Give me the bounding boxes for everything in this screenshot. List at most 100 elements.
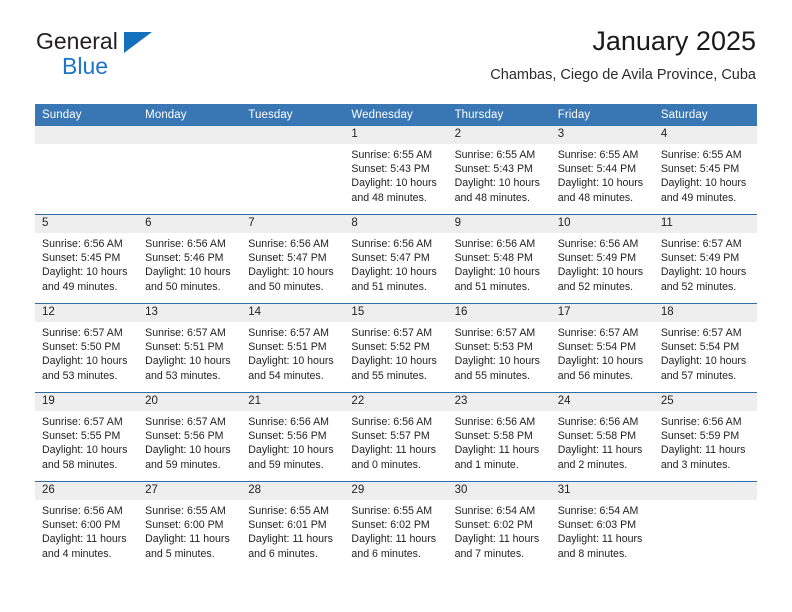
day-detail-line: Sunrise: 6:54 AM (557, 505, 639, 517)
calendar-day-cell[interactable]: 5 Sunrise: 6:56 AM Sunset: 5:45 PM Daylight… (35, 214, 139, 304)
day-detail-line: Sunset: 5:57 PM (351, 430, 430, 443)
calendar-week-row: 19 Sunrise: 6:57 AM Sunset: 5:55 PM Dayligh… (35, 392, 757, 482)
calendar-day-cell[interactable]: 29 Sunrise: 6:55 AM Sunset: 6:02 PM Dayligh… (344, 481, 448, 570)
day-detail-line: Sunrise: 6:57 AM (42, 327, 123, 339)
day-sun-details: Sunrise: 6:56 AM Sunset: 5:58 PM Daylight:… (448, 411, 551, 472)
day-detail-line: and 2 minutes. (557, 458, 628, 471)
day-detail-line: Sunset: 5:45 PM (660, 163, 740, 176)
day-detail-line: and 58 minutes. (42, 458, 118, 471)
calendar-day-cell[interactable]: 22 Sunrise: 6:56 AM Sunset: 5:57 PM Dayligh… (344, 392, 448, 482)
day-number: 22 (344, 393, 448, 411)
calendar-day-cell[interactable]: 13 Sunrise: 6:57 AM Sunset: 5:51 PM Dayligh… (138, 303, 242, 393)
calendar-day-cell[interactable]: 30 Sunrise: 6:54 AM Sunset: 6:02 PM Dayligh… (447, 481, 551, 570)
day-detail-line: Sunset: 5:47 PM (248, 252, 327, 265)
calendar-day-cell[interactable]: 4 Sunrise: 6:55 AM Sunset: 5:45 PM Daylight… (653, 126, 757, 215)
day-sun-details: Sunrise: 6:55 AM Sunset: 6:01 PM Daylight:… (241, 500, 344, 561)
calendar-day-cell[interactable]: 23 Sunrise: 6:56 AM Sunset: 5:58 PM Dayligh… (447, 392, 551, 482)
day-number (138, 126, 242, 144)
day-detail-line: Sunset: 5:47 PM (351, 252, 430, 265)
day-detail-line: Sunset: 5:53 PM (454, 341, 533, 354)
weekday-header-tuesday: Tuesday (241, 104, 345, 126)
day-number: 28 (241, 482, 345, 500)
calendar-day-cell[interactable]: 21 Sunrise: 6:56 AM Sunset: 5:56 PM Dayligh… (241, 392, 345, 482)
day-number: 6 (138, 215, 242, 233)
day-number: 18 (653, 304, 757, 322)
calendar-day-cell[interactable]: 14 Sunrise: 6:57 AM Sunset: 5:51 PM Dayligh… (241, 303, 345, 393)
calendar-day-cell[interactable]: 8 Sunrise: 6:56 AM Sunset: 5:47 PM Daylight… (344, 214, 448, 304)
day-detail-line: Daylight: 10 hours (42, 266, 128, 279)
calendar-day-cell[interactable]: 25 Sunrise: 6:56 AM Sunset: 5:59 PM Dayligh… (653, 392, 757, 482)
calendar-day-cell[interactable]: 26 Sunrise: 6:56 AM Sunset: 6:00 PM Dayligh… (35, 481, 139, 570)
calendar-day-cell[interactable]: 9 Sunrise: 6:56 AM Sunset: 5:48 PM Daylight… (447, 214, 551, 304)
day-detail-line: Daylight: 11 hours (351, 444, 437, 457)
calendar-day-cell-empty (241, 126, 345, 215)
day-cell-inner: 21 Sunrise: 6:56 AM Sunset: 5:56 PM Dayligh… (241, 393, 345, 481)
day-detail-line: Sunrise: 6:56 AM (42, 505, 123, 517)
day-detail-line: Sunrise: 6:55 AM (248, 505, 329, 517)
calendar-day-cell[interactable]: 1 Sunrise: 6:55 AM Sunset: 5:43 PM Daylight… (344, 126, 448, 215)
calendar-day-cell[interactable]: 31 Sunrise: 6:54 AM Sunset: 6:03 PM Dayligh… (550, 481, 654, 570)
day-detail-line: Sunrise: 6:57 AM (42, 416, 123, 428)
day-detail-line: Sunset: 5:50 PM (42, 341, 121, 354)
calendar-week-row: 5 Sunrise: 6:56 AM Sunset: 5:45 PM Daylight… (35, 214, 757, 304)
brand-logo[interactable]: General Blue (36, 30, 152, 78)
calendar-day-cell[interactable]: 11 Sunrise: 6:57 AM Sunset: 5:49 PM Dayligh… (653, 214, 757, 304)
day-detail-line: Daylight: 10 hours (454, 355, 540, 368)
day-number: 7 (241, 215, 345, 233)
day-detail-line: Sunset: 5:44 PM (557, 163, 637, 176)
calendar-day-cell[interactable]: 27 Sunrise: 6:55 AM Sunset: 6:00 PM Dayligh… (138, 481, 242, 570)
day-cell-inner: 16 Sunrise: 6:57 AM Sunset: 5:53 PM Dayligh… (447, 304, 551, 392)
day-detail-line: Sunrise: 6:57 AM (660, 327, 742, 339)
day-detail-line: and 50 minutes. (145, 280, 221, 293)
day-detail-line: and 0 minutes. (351, 458, 421, 471)
calendar-day-cell[interactable]: 20 Sunrise: 6:57 AM Sunset: 5:56 PM Dayligh… (138, 392, 242, 482)
day-detail-line: and 5 minutes. (145, 547, 215, 560)
day-sun-details: Sunrise: 6:57 AM Sunset: 5:52 PM Daylight:… (344, 322, 447, 383)
day-number: 10 (550, 215, 654, 233)
day-detail-line: Sunrise: 6:56 AM (42, 238, 123, 250)
day-number: 9 (447, 215, 551, 233)
calendar-day-cell[interactable]: 28 Sunrise: 6:55 AM Sunset: 6:01 PM Dayligh… (241, 481, 345, 570)
day-number: 15 (344, 304, 448, 322)
day-sun-details: Sunrise: 6:55 AM Sunset: 6:02 PM Daylight:… (344, 500, 447, 561)
day-detail-line: and 55 minutes. (454, 369, 530, 382)
calendar-day-cell[interactable]: 24 Sunrise: 6:56 AM Sunset: 5:58 PM Dayligh… (550, 392, 654, 482)
day-detail-line: and 48 minutes. (557, 191, 634, 204)
day-detail-line: and 7 minutes. (454, 547, 525, 560)
calendar-day-cell[interactable]: 7 Sunrise: 6:56 AM Sunset: 5:47 PM Daylight… (241, 214, 345, 304)
calendar-day-cell[interactable]: 12 Sunrise: 6:57 AM Sunset: 5:50 PM Dayligh… (35, 303, 139, 393)
calendar-day-cell[interactable]: 17 Sunrise: 6:57 AM Sunset: 5:54 PM Dayligh… (550, 303, 654, 393)
day-detail-line: Daylight: 10 hours (351, 355, 437, 368)
day-detail-line: and 51 minutes. (351, 280, 427, 293)
day-detail-line: Daylight: 10 hours (42, 355, 128, 368)
calendar-day-cell[interactable]: 16 Sunrise: 6:57 AM Sunset: 5:53 PM Dayligh… (447, 303, 551, 393)
day-detail-line: Sunset: 6:00 PM (42, 519, 121, 532)
day-sun-details: Sunrise: 6:56 AM Sunset: 5:45 PM Daylight:… (35, 233, 138, 294)
calendar-table: Sunday Monday Tuesday Wednesday Thursday Frid… (35, 104, 757, 570)
calendar-day-cell[interactable]: 18 Sunrise: 6:57 AM Sunset: 5:54 PM Dayligh… (653, 303, 757, 393)
calendar-day-cell[interactable]: 3 Sunrise: 6:55 AM Sunset: 5:44 PM Daylight… (550, 126, 654, 215)
day-detail-line: Sunset: 5:54 PM (557, 341, 637, 354)
day-sun-details: Sunrise: 6:57 AM Sunset: 5:51 PM Daylight:… (241, 322, 344, 383)
day-detail-line: Sunrise: 6:57 AM (351, 327, 433, 339)
day-detail-line: Daylight: 10 hours (660, 177, 747, 190)
calendar-day-cell[interactable]: 15 Sunrise: 6:57 AM Sunset: 5:52 PM Dayligh… (344, 303, 448, 393)
calendar-header-row: Sunday Monday Tuesday Wednesday Thursday Frid… (35, 104, 757, 126)
day-detail-line: Daylight: 10 hours (248, 444, 334, 457)
day-number: 17 (550, 304, 654, 322)
day-cell-inner: 5 Sunrise: 6:56 AM Sunset: 5:45 PM Daylight… (35, 215, 139, 303)
calendar-week-row: 12 Sunrise: 6:57 AM Sunset: 5:50 PM Dayligh… (35, 303, 757, 393)
day-detail-line: Sunrise: 6:55 AM (351, 505, 433, 517)
day-sun-details: Sunrise: 6:57 AM Sunset: 5:55 PM Daylight:… (35, 411, 138, 472)
day-detail-line: and 59 minutes. (248, 458, 324, 471)
calendar-day-cell[interactable]: 2 Sunrise: 6:55 AM Sunset: 5:43 PM Daylight… (447, 126, 551, 215)
day-detail-line: and 56 minutes. (557, 369, 634, 382)
calendar-day-cell[interactable]: 19 Sunrise: 6:57 AM Sunset: 5:55 PM Dayligh… (35, 392, 139, 482)
calendar-day-cell[interactable]: 6 Sunrise: 6:56 AM Sunset: 5:46 PM Daylight… (138, 214, 242, 304)
day-detail-line: Sunset: 5:49 PM (557, 252, 637, 265)
calendar-day-cell[interactable]: 10 Sunrise: 6:56 AM Sunset: 5:49 PM Dayligh… (550, 214, 654, 304)
day-cell-inner: 18 Sunrise: 6:57 AM Sunset: 5:54 PM Dayligh… (653, 304, 757, 392)
day-cell-inner: 10 Sunrise: 6:56 AM Sunset: 5:49 PM Dayligh… (550, 215, 654, 303)
day-detail-line: Sunrise: 6:56 AM (145, 238, 226, 250)
weekday-headers: Sunday Monday Tuesday Wednesday Thursday Frid… (35, 104, 757, 126)
